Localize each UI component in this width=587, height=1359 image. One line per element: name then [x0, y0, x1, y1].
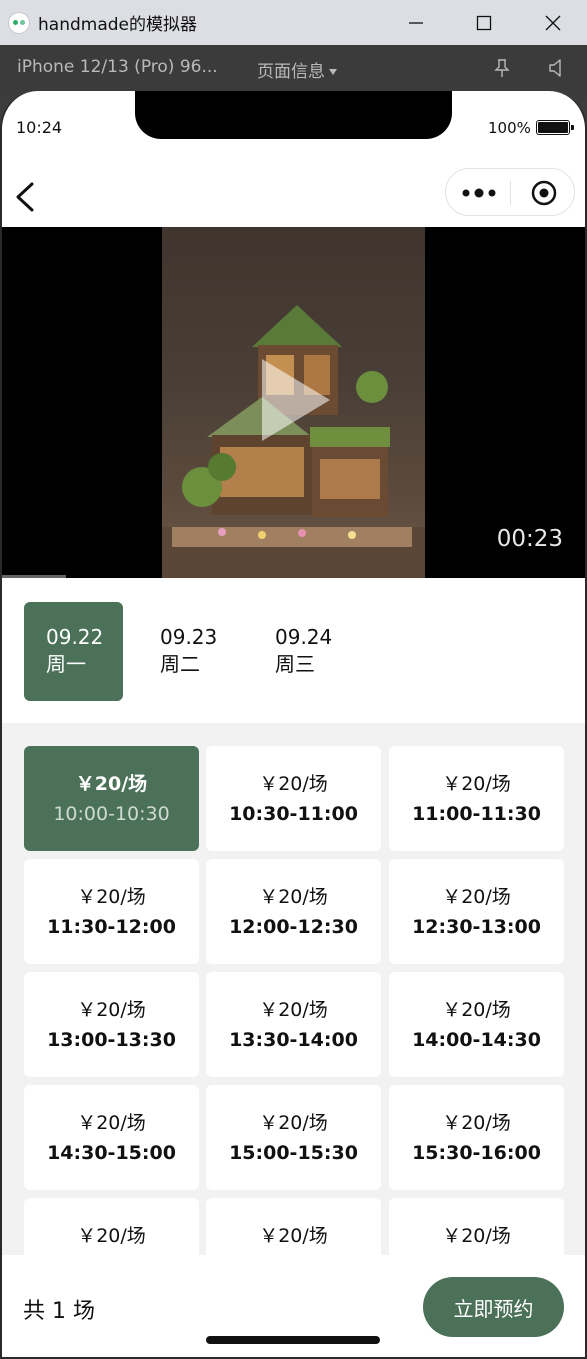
video-duration: 00:23: [496, 526, 563, 552]
slot-time: 13:30-14:00: [229, 1029, 358, 1051]
battery-icon: [536, 120, 574, 135]
slot-price: ￥20/场: [77, 1112, 146, 1134]
time-slot[interactable]: ￥20/场: [24, 1198, 199, 1255]
book-now-button[interactable]: 立即预约: [423, 1277, 564, 1337]
slot-time: 11:00-11:30: [412, 803, 541, 825]
status-time: 10:24: [16, 118, 63, 137]
time-slot[interactable]: ￥20/场 15:30-16:00: [389, 1085, 564, 1190]
play-icon[interactable]: [254, 355, 334, 445]
home-indicator: [206, 1336, 380, 1344]
date-label: 09.22: [46, 625, 104, 649]
date-tab-0923[interactable]: 09.23 周二: [138, 602, 237, 701]
pin-icon[interactable]: [493, 58, 511, 78]
time-slot-grid: ￥20/场 10:00-10:30 ￥20/场 10:30-11:00 ￥20/…: [2, 723, 585, 1255]
device-selector[interactable]: iPhone 12/13 (Pro) 96...: [17, 57, 218, 77]
time-slot[interactable]: ￥20/场 11:30-12:00: [24, 859, 199, 964]
maximize-icon: [476, 15, 492, 30]
page-info-label: 页面信息: [257, 62, 325, 82]
time-slot[interactable]: ￥20/场: [389, 1198, 564, 1255]
minimize-icon: [409, 21, 423, 24]
time-slot[interactable]: ￥20/场 13:30-14:00: [206, 972, 381, 1077]
capsule-divider: [510, 181, 511, 205]
phone-notch: [135, 91, 452, 139]
window-title: handmade的模拟器: [38, 15, 197, 35]
speaker-icon[interactable]: [547, 58, 567, 78]
slot-price: ￥20/场: [442, 1225, 511, 1247]
video-thumbnail: [162, 227, 425, 578]
time-slot[interactable]: ￥20/场 14:30-15:00: [24, 1085, 199, 1190]
slot-price: ￥20/场: [259, 1112, 328, 1134]
time-slot[interactable]: ￥20/场 12:00-12:30: [206, 859, 381, 964]
slot-time: 14:30-15:00: [47, 1142, 176, 1164]
slot-time: 14:00-14:30: [412, 1029, 541, 1051]
video-player[interactable]: 00:23: [2, 227, 585, 578]
minimize-button[interactable]: [382, 0, 450, 45]
back-arrow-icon[interactable]: [12, 181, 38, 213]
time-slot[interactable]: ￥20/场 10:00-10:30: [24, 746, 199, 851]
more-dots-icon[interactable]: [460, 183, 500, 203]
app-logo-icon: [8, 11, 30, 34]
slot-price: ￥20/场: [75, 773, 148, 795]
slot-price: ￥20/场: [77, 999, 146, 1021]
maximize-button[interactable]: [450, 0, 518, 45]
slot-time: 10:00-10:30: [53, 803, 170, 825]
slot-time: 13:00-13:30: [47, 1029, 176, 1051]
window-titlebar: handmade的模拟器: [0, 0, 587, 45]
weekday-label: 周一: [46, 652, 86, 676]
slot-time: 12:30-13:00: [412, 916, 541, 938]
time-slot[interactable]: ￥20/场: [206, 1198, 381, 1255]
simulator-toolbar: iPhone 12/13 (Pro) 96... 页面信息: [0, 45, 587, 91]
mini-program-capsule: [445, 168, 575, 216]
nav-bar: [2, 167, 585, 227]
time-slot[interactable]: ￥20/场 12:30-13:00: [389, 859, 564, 964]
session-count: 共 1 场: [23, 1299, 95, 1324]
slot-time: 15:30-16:00: [412, 1142, 541, 1164]
caret-down-icon: [329, 69, 337, 75]
date-label: 09.24: [275, 625, 333, 649]
phone-screen: 10:24 100% 00:23 09.22 周一 09.23 周二 09.24…: [0, 91, 587, 1359]
date-selector: 09.22 周一 09.23 周二 09.24 周三: [2, 578, 585, 723]
time-slot[interactable]: ￥20/场 13:00-13:30: [24, 972, 199, 1077]
slot-price: ￥20/场: [259, 886, 328, 908]
slot-price: ￥20/场: [442, 999, 511, 1021]
slot-price: ￥20/场: [77, 1225, 146, 1247]
slot-time: 15:00-15:30: [229, 1142, 358, 1164]
slot-price: ￥20/场: [442, 1112, 511, 1134]
battery-percent: 100%: [488, 119, 531, 137]
slot-price: ￥20/场: [77, 886, 146, 908]
date-tab-0924[interactable]: 09.24 周三: [253, 602, 352, 701]
slot-time: 11:30-12:00: [47, 916, 176, 938]
close-icon: [545, 15, 561, 30]
slot-price: ￥20/场: [442, 773, 511, 795]
weekday-label: 周二: [160, 652, 200, 676]
close-target-icon[interactable]: [530, 179, 558, 207]
weekday-label: 周三: [275, 652, 315, 676]
time-slot[interactable]: ￥20/场 14:00-14:30: [389, 972, 564, 1077]
date-label: 09.23: [160, 625, 218, 649]
time-slot[interactable]: ￥20/场 15:00-15:30: [206, 1085, 381, 1190]
date-tab-0922[interactable]: 09.22 周一: [24, 602, 123, 701]
bottom-action-bar: 共 1 场 立即预约: [2, 1255, 585, 1357]
slot-time: 12:00-12:30: [229, 916, 358, 938]
time-slot[interactable]: ￥20/场 11:00-11:30: [389, 746, 564, 851]
slot-price: ￥20/场: [442, 886, 511, 908]
slot-price: ￥20/场: [259, 1225, 328, 1247]
page-info-dropdown[interactable]: 页面信息: [257, 57, 337, 82]
slot-price: ￥20/场: [259, 773, 328, 795]
slot-price: ￥20/场: [259, 999, 328, 1021]
slot-time: 10:30-11:00: [229, 803, 358, 825]
close-button[interactable]: [519, 0, 587, 45]
time-slot[interactable]: ￥20/场 10:30-11:00: [206, 746, 381, 851]
